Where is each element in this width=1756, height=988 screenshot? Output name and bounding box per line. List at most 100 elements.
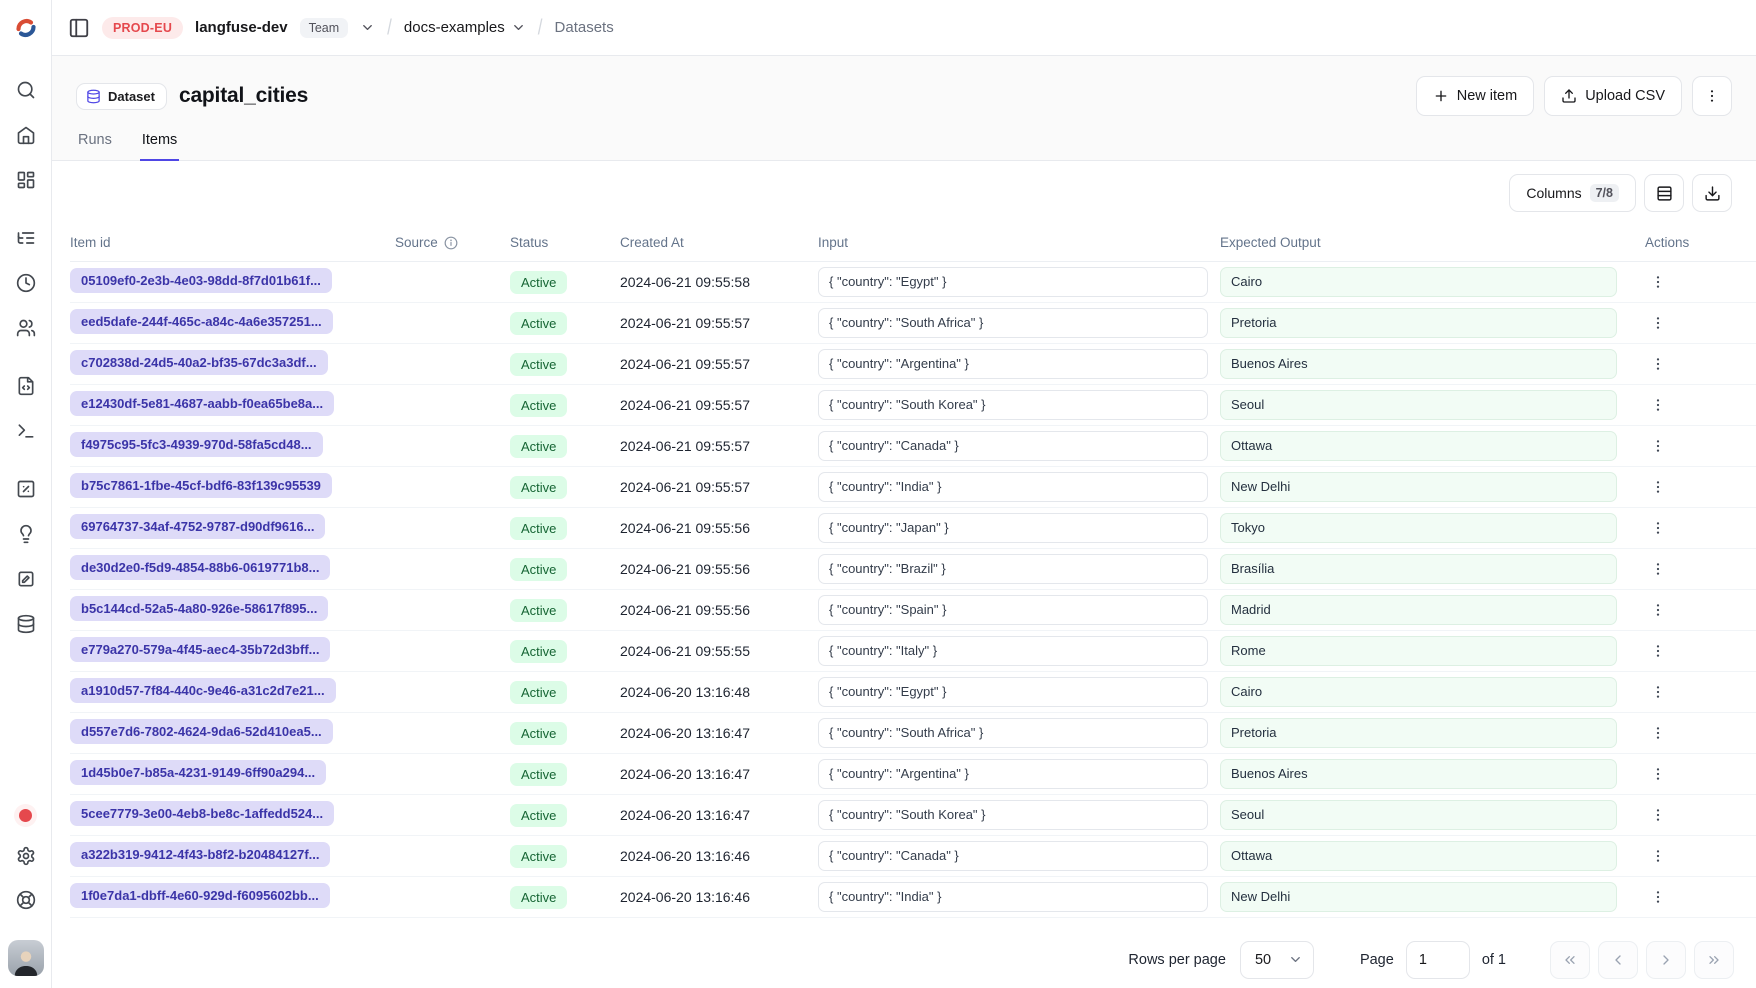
org-role-badge[interactable]: Team [300, 18, 349, 38]
langfuse-logo[interactable] [14, 16, 38, 40]
input-cell: { "country": "Spain" } [818, 595, 1208, 625]
table-row[interactable]: a322b319-9412-4f43-b8f2-b20484127f... Ac… [70, 836, 1756, 877]
item-id-link[interactable]: e12430df-5e81-4687-aabb-f0ea65be8a... [70, 391, 334, 416]
item-id-link[interactable]: 69764737-34af-4752-9787-d90df9616... [70, 514, 325, 539]
tab-items[interactable]: Items [140, 132, 179, 161]
item-id-link[interactable]: b75c7861-1fbe-45cf-bdf6-83f139c95539 [70, 473, 332, 498]
input-cell: { "country": "Canada" } [818, 431, 1208, 461]
row-actions-button[interactable] [1645, 720, 1671, 746]
created-at-cell: 2024-06-20 13:16:47 [620, 766, 818, 782]
table-row[interactable]: 05109ef0-2e3b-4e03-98dd-8f7d01b61f... Ac… [70, 262, 1756, 303]
item-id-link[interactable]: de30d2e0-f5d9-4854-88b6-0619771b8... [70, 555, 330, 580]
recording-indicator[interactable] [19, 809, 32, 822]
item-id-link[interactable]: 05109ef0-2e3b-4e03-98dd-8f7d01b61f... [70, 268, 332, 293]
table-row[interactable]: 1f0e7da1-dbff-4e60-929d-f6095602bb... Ac… [70, 877, 1756, 918]
table-row[interactable]: f4975c95-5fc3-4939-970d-58fa5cd48... Act… [70, 426, 1756, 467]
item-id-link[interactable]: a322b319-9412-4f43-b8f2-b20484127f... [70, 842, 330, 867]
row-actions-button[interactable] [1645, 761, 1671, 787]
user-avatar[interactable] [8, 940, 44, 976]
table-row[interactable]: d557e7d6-7802-4624-9da6-52d410ea5... Act… [70, 713, 1756, 754]
last-page-button[interactable] [1694, 941, 1734, 979]
status-badge: Active [510, 312, 567, 335]
project-chevron-down-icon [511, 20, 526, 35]
table-row[interactable]: a1910d57-7f84-440c-9e46-a31c2d7e21... Ac… [70, 672, 1756, 713]
insights-icon[interactable] [16, 524, 36, 544]
new-item-button[interactable]: New item [1416, 76, 1534, 116]
info-icon[interactable] [444, 236, 458, 250]
row-actions-button[interactable] [1645, 392, 1671, 418]
dataset-menu-button[interactable] [1692, 76, 1732, 116]
row-actions-button[interactable] [1645, 269, 1671, 295]
evaluation-icon[interactable] [16, 479, 36, 499]
upload-csv-button[interactable]: Upload CSV [1544, 76, 1682, 116]
table-row[interactable]: 1d45b0e7-b85a-4231-9149-6ff90a294... Act… [70, 754, 1756, 795]
playground-icon[interactable] [16, 421, 36, 441]
item-id-link[interactable]: d557e7d6-7802-4624-9da6-52d410ea5... [70, 719, 333, 744]
row-actions-button[interactable] [1645, 679, 1671, 705]
tab-runs[interactable]: Runs [76, 132, 114, 161]
column-header-created-at: Created At [620, 235, 818, 250]
item-id-link[interactable]: 1f0e7da1-dbff-4e60-929d-f6095602bb... [70, 883, 330, 908]
expected-output-cell: Cairo [1220, 267, 1617, 297]
item-id-link[interactable]: 5cee7779-3e00-4eb8-be8c-1affedd524... [70, 801, 334, 826]
row-actions-button[interactable] [1645, 802, 1671, 828]
item-id-link[interactable]: eed5dafe-244f-465c-a84c-4a6e357251... [70, 309, 333, 334]
support-icon[interactable] [16, 890, 36, 910]
columns-button[interactable]: Columns 7/8 [1509, 174, 1636, 212]
row-actions-button[interactable] [1645, 884, 1671, 910]
page-number-input[interactable] [1406, 941, 1470, 979]
item-id-link[interactable]: b5c144cd-52a5-4a80-926e-58617f895... [70, 596, 328, 621]
chevrons-left-icon [1562, 952, 1578, 968]
rows-per-page-select[interactable]: 50 [1240, 941, 1314, 979]
breadcrumb-section[interactable]: Datasets [555, 19, 614, 36]
item-id-link[interactable]: f4975c95-5fc3-4939-970d-58fa5cd48... [70, 432, 323, 457]
tracing-icon[interactable] [16, 228, 36, 248]
sessions-icon[interactable] [16, 273, 36, 293]
datasets-icon[interactable] [16, 614, 36, 634]
row-height-button[interactable] [1644, 174, 1684, 212]
settings-icon[interactable] [16, 846, 36, 866]
export-button[interactable] [1692, 174, 1732, 212]
row-actions-button[interactable] [1645, 433, 1671, 459]
table-row[interactable]: 5cee7779-3e00-4eb8-be8c-1affedd524... Ac… [70, 795, 1756, 836]
row-actions-button[interactable] [1645, 351, 1671, 377]
row-actions-button[interactable] [1645, 843, 1671, 869]
input-cell: { "country": "Argentina" } [818, 759, 1208, 789]
table-row[interactable]: b75c7861-1fbe-45cf-bdf6-83f139c95539 Act… [70, 467, 1756, 508]
prompts-icon[interactable] [16, 376, 36, 396]
row-actions-button[interactable] [1645, 515, 1671, 541]
annotation-icon[interactable] [16, 569, 36, 589]
row-actions-button[interactable] [1645, 597, 1671, 623]
created-at-cell: 2024-06-20 13:16:47 [620, 807, 818, 823]
item-id-link[interactable]: a1910d57-7f84-440c-9e46-a31c2d7e21... [70, 678, 336, 703]
home-icon[interactable] [16, 125, 36, 145]
row-actions-button[interactable] [1645, 556, 1671, 582]
item-id-link[interactable]: 1d45b0e7-b85a-4231-9149-6ff90a294... [70, 760, 326, 785]
first-page-button[interactable] [1550, 941, 1590, 979]
item-id-link[interactable]: c702838d-24d5-40a2-bf35-67dc3a3df... [70, 350, 328, 375]
table-row[interactable]: b5c144cd-52a5-4a80-926e-58617f895... Act… [70, 590, 1756, 631]
dashboard-icon[interactable] [16, 170, 36, 190]
search-icon[interactable] [16, 80, 36, 100]
status-badge: Active [510, 681, 567, 704]
table-row[interactable]: eed5dafe-244f-465c-a84c-4a6e357251... Ac… [70, 303, 1756, 344]
org-name[interactable]: langfuse-dev [195, 19, 288, 36]
item-id-link[interactable]: e779a270-579a-4f45-aec4-35b72d3bff... [70, 637, 330, 662]
users-icon[interactable] [16, 318, 36, 338]
org-chevron-down-icon[interactable] [360, 20, 375, 35]
table-row[interactable]: 69764737-34af-4752-9787-d90df9616... Act… [70, 508, 1756, 549]
previous-page-button[interactable] [1598, 941, 1638, 979]
created-at-cell: 2024-06-21 09:55:57 [620, 315, 818, 331]
breadcrumb: PROD-EU langfuse-dev Team / docs-example… [52, 0, 1756, 56]
project-selector[interactable]: docs-examples [404, 19, 526, 36]
row-actions-button[interactable] [1645, 310, 1671, 336]
table-row[interactable]: c702838d-24d5-40a2-bf35-67dc3a3df... Act… [70, 344, 1756, 385]
table-row[interactable]: e779a270-579a-4f45-aec4-35b72d3bff... Ac… [70, 631, 1756, 672]
table-row[interactable]: e12430df-5e81-4687-aabb-f0ea65be8a... Ac… [70, 385, 1756, 426]
row-actions-button[interactable] [1645, 474, 1671, 500]
table-row[interactable]: de30d2e0-f5d9-4854-88b6-0619771b8... Act… [70, 549, 1756, 590]
page-title: capital_cities [179, 84, 308, 108]
sidebar-toggle-icon[interactable] [68, 17, 90, 39]
next-page-button[interactable] [1646, 941, 1686, 979]
row-actions-button[interactable] [1645, 638, 1671, 664]
